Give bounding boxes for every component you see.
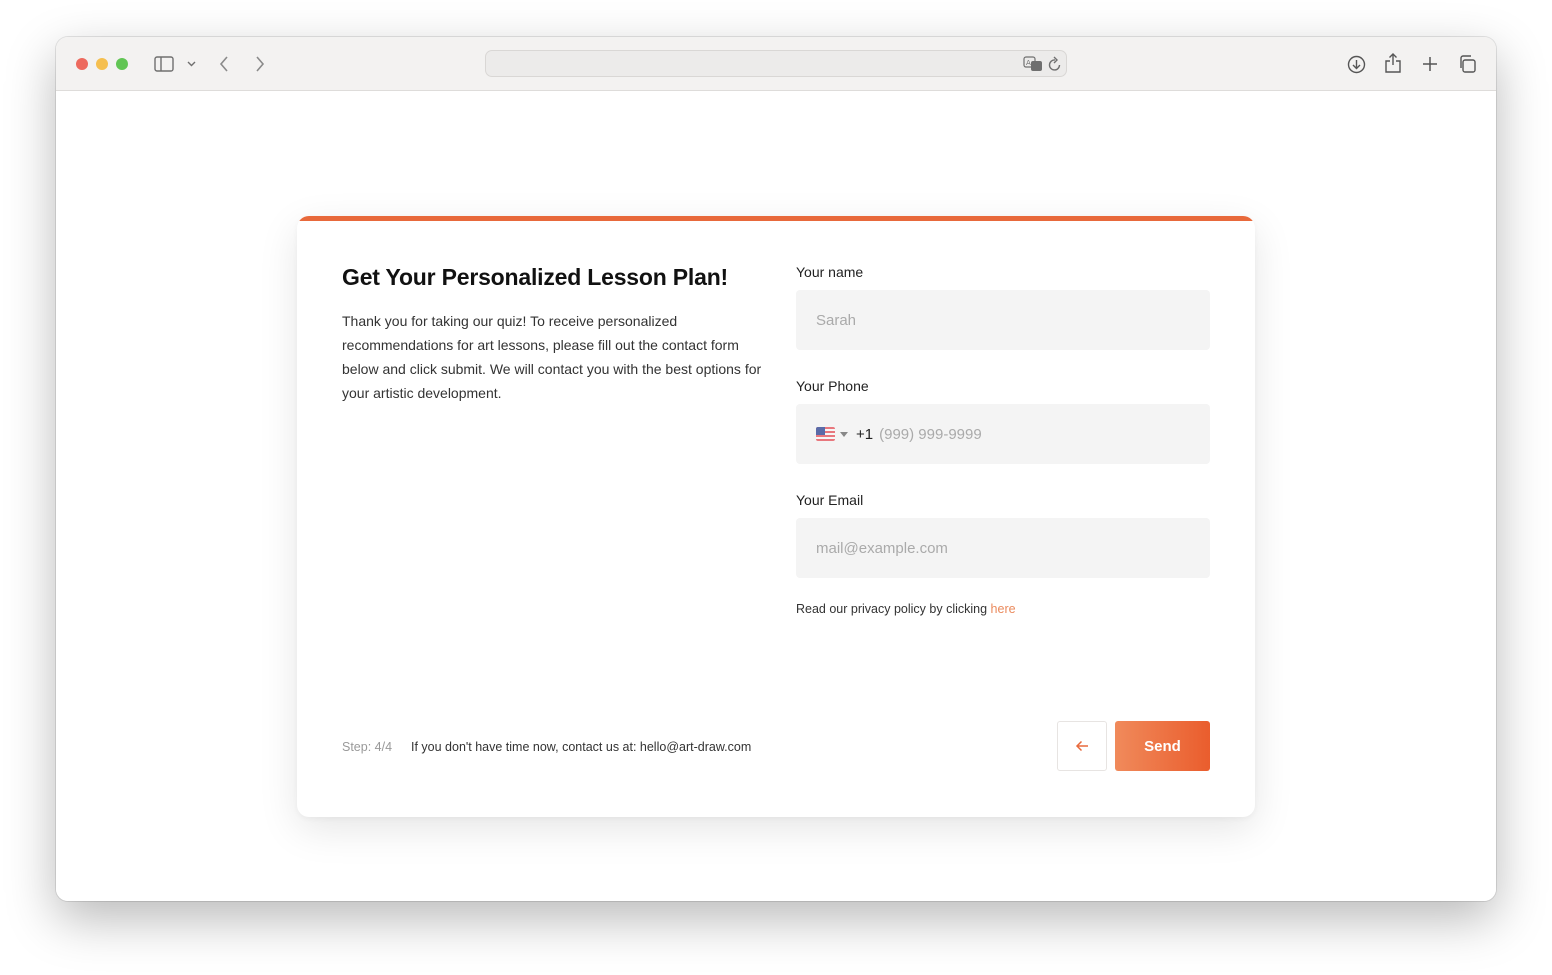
zoom-window-button[interactable]	[116, 58, 128, 70]
name-label: Your name	[796, 264, 864, 280]
browser-window: A Get Your Personalized Lesson Plan! Tha…	[56, 37, 1496, 901]
address-bar[interactable]: A	[485, 50, 1067, 77]
email-placeholder: mail@example.com	[816, 539, 948, 557]
arrow-left-icon	[1075, 740, 1088, 752]
privacy-link[interactable]: here	[991, 602, 1016, 616]
accent-bar	[297, 216, 1255, 221]
browser-toolbar: A	[56, 37, 1496, 91]
svg-text:A: A	[1026, 59, 1031, 67]
download-icon[interactable]	[1345, 53, 1367, 75]
phone-country-code: +1	[856, 425, 874, 443]
share-icon[interactable]	[1383, 52, 1403, 74]
form-description: Thank you for taking our quiz! To receiv…	[342, 313, 762, 401]
phone-placeholder: (999) 999-9999	[879, 425, 982, 443]
us-flag-icon	[816, 427, 835, 441]
name-placeholder: Sarah	[816, 311, 857, 329]
country-selector[interactable]	[816, 427, 848, 441]
forward-icon[interactable]	[252, 54, 268, 74]
plus-icon[interactable]	[1420, 54, 1440, 74]
name-input[interactable]: Sarah	[796, 290, 1210, 350]
step-indicator: Step: 4/4	[342, 740, 393, 754]
back-button[interactable]	[1057, 721, 1107, 771]
phone-input[interactable]: +1 (999) 999-9999	[796, 404, 1210, 464]
page-title: Get Your Personalized Lesson Plan!	[342, 264, 729, 290]
minimize-window-button[interactable]	[96, 58, 108, 70]
reload-icon[interactable]	[1048, 56, 1062, 77]
privacy-note: Read our privacy policy by clicking here	[796, 602, 1016, 616]
caret-down-icon	[840, 431, 848, 437]
phone-label: Your Phone	[796, 378, 869, 394]
email-input[interactable]: mail@example.com	[796, 518, 1210, 578]
back-icon[interactable]	[216, 54, 232, 74]
contact-note: If you don't have time now, contact us a…	[411, 740, 752, 754]
translate-icon[interactable]: A	[1023, 56, 1043, 77]
tabs-overview-icon[interactable]	[1457, 54, 1477, 74]
email-label: Your Email	[796, 492, 864, 508]
send-button[interactable]: Send	[1115, 721, 1210, 771]
sidebar-icon[interactable]	[153, 55, 175, 73]
page-content: Get Your Personalized Lesson Plan! Thank…	[56, 91, 1496, 901]
lesson-plan-form-card: Get Your Personalized Lesson Plan! Thank…	[297, 216, 1255, 817]
privacy-text: Read our privacy policy by clicking	[796, 602, 988, 616]
close-window-button[interactable]	[76, 58, 88, 70]
chevron-down-icon[interactable]	[185, 59, 197, 69]
